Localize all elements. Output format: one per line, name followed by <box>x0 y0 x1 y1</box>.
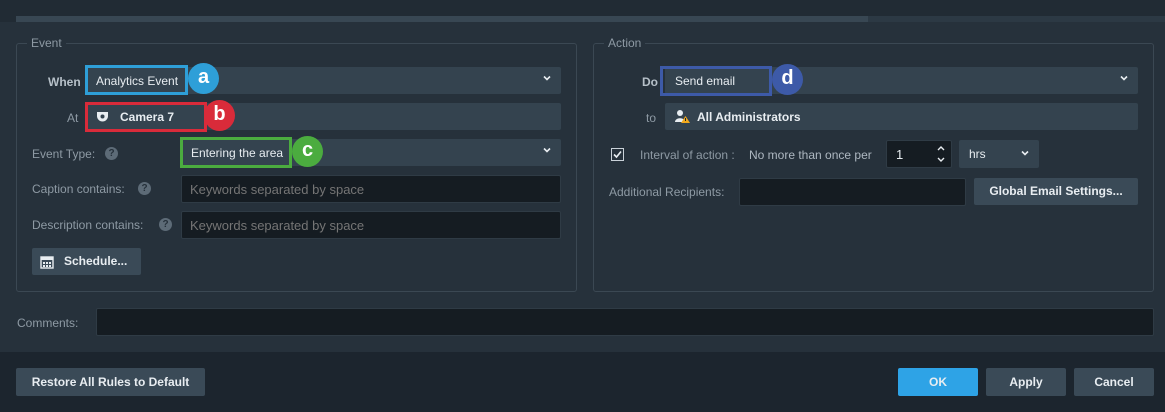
dialog-footer: Restore All Rules to Default OK Apply Ca… <box>0 352 1165 412</box>
caption-help-icon[interactable]: ? <box>138 182 151 195</box>
cancel-button[interactable]: Cancel <box>1074 368 1154 396</box>
action-legend: Action <box>604 36 646 50</box>
chevron-down-icon <box>543 75 551 81</box>
restore-defaults-button[interactable]: Restore All Rules to Default <box>16 368 205 396</box>
top-bar <box>0 0 1165 22</box>
to-value: All Administrators <box>697 110 801 124</box>
global-email-settings-button[interactable]: Global Email Settings... <box>974 178 1138 205</box>
interval-unit-dropdown[interactable]: hrs <box>959 140 1039 168</box>
to-recipients-field[interactable]: All Administrators <box>665 103 1138 130</box>
chevron-up-icon[interactable] <box>937 145 945 151</box>
interval-unit-value: hrs <box>969 147 986 161</box>
interval-checkbox[interactable] <box>611 148 624 161</box>
schedule-button[interactable]: Schedule... <box>32 248 141 275</box>
description-input[interactable] <box>181 211 561 239</box>
chevron-down-icon <box>543 147 551 153</box>
when-value: Analytics Event <box>96 74 179 88</box>
event-type-value: Entering the area <box>191 146 284 160</box>
do-label: Do <box>642 75 658 89</box>
annotation-badge-d: d <box>772 64 803 95</box>
comments-input[interactable] <box>96 308 1154 336</box>
annotation-badge-a: a <box>188 63 219 94</box>
caption-input[interactable] <box>181 175 561 203</box>
interval-value: 1 <box>896 147 904 162</box>
interval-text: No more than once per <box>749 148 872 162</box>
caption-label: Caption contains: <box>32 182 125 196</box>
comments-label: Comments: <box>17 316 79 330</box>
recipients-label: Additional Recipients: <box>609 185 725 199</box>
to-label: to <box>646 111 657 125</box>
event-type-dropdown[interactable]: Entering the area <box>181 139 561 166</box>
description-help-icon[interactable]: ? <box>159 218 172 231</box>
event-type-label: Event Type: <box>32 147 96 161</box>
camera-icon <box>97 112 108 122</box>
do-dropdown[interactable]: Send email <box>665 67 1138 94</box>
at-camera-field[interactable]: Camera 7 <box>86 103 561 130</box>
admin-user-warning-icon <box>675 110 690 123</box>
interval-spinbox[interactable]: 1 <box>886 140 952 168</box>
when-label: When <box>48 75 81 89</box>
rule-editor-panel: Event When Analytics Event a At Camera 7… <box>0 22 1165 352</box>
description-label: Description contains: <box>32 218 144 232</box>
event-legend: Event <box>27 36 66 50</box>
chevron-down-icon <box>1120 75 1128 81</box>
checkmark-icon <box>613 150 622 159</box>
schedule-label: Schedule... <box>64 254 128 268</box>
apply-button[interactable]: Apply <box>986 368 1066 396</box>
chevron-down-icon[interactable] <box>937 157 945 163</box>
recipients-input[interactable] <box>739 178 966 206</box>
interval-label: Interval of action : <box>640 148 735 162</box>
chevron-down-icon <box>1021 150 1029 156</box>
ok-button[interactable]: OK <box>898 368 978 396</box>
when-dropdown[interactable]: Analytics Event <box>86 67 561 94</box>
do-value: Send email <box>675 74 736 88</box>
annotation-badge-c: c <box>292 136 323 167</box>
annotation-badge-b: b <box>204 100 235 131</box>
event-type-help-icon[interactable]: ? <box>105 147 118 160</box>
calendar-icon <box>40 256 54 269</box>
at-label: At <box>67 111 79 125</box>
at-value: Camera 7 <box>120 110 175 124</box>
